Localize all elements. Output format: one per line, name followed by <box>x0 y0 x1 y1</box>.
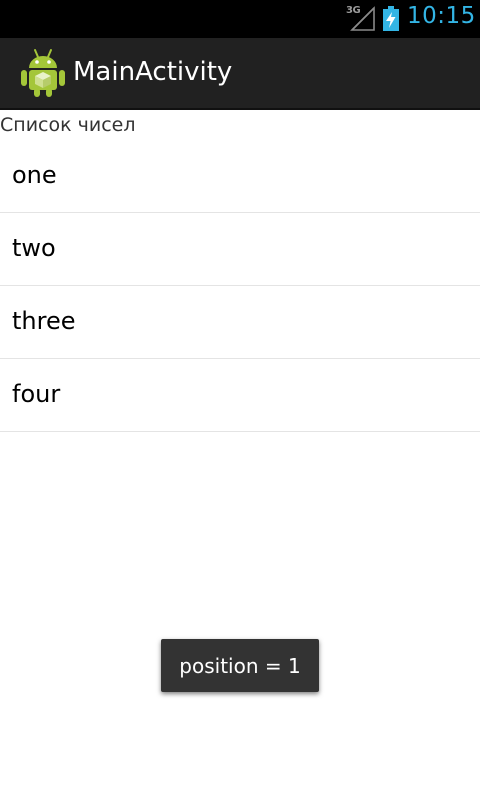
list-item-label: four <box>12 380 61 408</box>
battery-charging-icon <box>382 6 400 31</box>
list-item-four[interactable]: four <box>0 359 480 432</box>
signal-3g-icon: 3G <box>346 5 376 32</box>
list-item-label: two <box>12 234 56 262</box>
toast-message: position = 1 <box>179 653 301 678</box>
action-bar-title: MainActivity <box>73 57 233 87</box>
list-item-three[interactable]: three <box>0 286 480 359</box>
list-item-one[interactable]: one <box>0 140 480 213</box>
status-bar: 3G 10:15 <box>0 0 480 38</box>
status-clock: 10:15 <box>407 3 476 29</box>
list-header: Список чисел <box>0 114 136 136</box>
list-item-label: one <box>12 161 57 189</box>
list-item-label: three <box>12 307 76 335</box>
action-bar: MainActivity <box>0 38 480 110</box>
android-app-icon[interactable] <box>20 48 66 98</box>
list-item-two[interactable]: two <box>0 213 480 286</box>
number-list: one two three four <box>0 140 480 432</box>
toast: position = 1 <box>161 639 319 692</box>
